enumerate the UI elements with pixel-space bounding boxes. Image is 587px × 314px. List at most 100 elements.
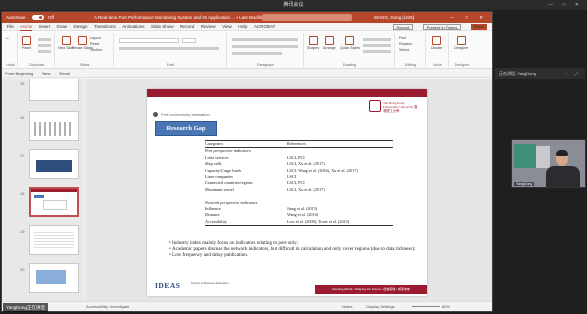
group-label: Slides	[79, 63, 90, 67]
thumb-table	[43, 200, 67, 210]
shape-outline-item[interactable]	[363, 44, 391, 47]
arrange-button[interactable]: Arrange	[323, 36, 336, 50]
shapes-button[interactable]: Shapes	[307, 36, 319, 50]
slide-thumbnail-selected[interactable]	[29, 187, 79, 217]
autosave-toggle[interactable]	[31, 15, 44, 21]
microphone-icon	[432, 36, 442, 45]
speaking-name: 正在讲话: YangDong	[499, 71, 536, 76]
participant-video[interactable]: YangDong	[511, 139, 586, 188]
group-label: Drawing	[342, 63, 357, 67]
tab-design[interactable]: Design	[73, 23, 87, 31]
arrange-label: Arrange	[323, 46, 336, 50]
meeting-window-controls[interactable]: — □ ✕	[548, 0, 583, 10]
tab-record[interactable]: Record	[180, 23, 195, 31]
tab-file[interactable]: File	[7, 23, 14, 31]
thumb-number: 17	[20, 153, 25, 158]
designer-icon	[456, 36, 466, 45]
replace-label: Replace	[399, 42, 413, 46]
active-speaker-tag: YangDong正在讲话	[3, 303, 48, 312]
designer-button[interactable]: Designer	[454, 36, 468, 50]
autosave-label: AutoSave	[6, 15, 26, 20]
zoom-slider[interactable]	[412, 306, 440, 307]
format-painter-item[interactable]	[38, 50, 51, 53]
ppt-titlebar: AutoSave Off A Real-time Port Performanc…	[2, 12, 492, 23]
reuse-slides-icon	[78, 36, 88, 45]
arrange-icon	[324, 36, 334, 45]
status-bar: Accessibility: Investigate Notes Display…	[2, 301, 492, 311]
new-slide-icon	[61, 36, 71, 45]
slide-thumbnail[interactable]	[29, 111, 79, 141]
section-button[interactable]: Section	[90, 48, 102, 52]
notes-button[interactable]: Notes	[342, 302, 352, 312]
speaking-indicator: 正在讲话: YangDong ⋯ ⤢	[495, 68, 585, 79]
slide-editor-canvas[interactable]: The Hong Kong Polytechnic University 香港理…	[85, 79, 492, 301]
from-beginning-button[interactable]: From Beginning	[5, 71, 33, 76]
bullet-icon	[153, 112, 158, 118]
ribbon-group-slides: New Slide Reuse Slides Layout Reset Sect…	[56, 33, 114, 67]
meeting-title: 腾讯会议	[283, 2, 304, 8]
slide-thumbnail[interactable]	[29, 263, 79, 293]
zoom-level[interactable]: 80%	[442, 302, 450, 312]
email-button[interactable]: Email	[60, 71, 70, 76]
bullet-list: • Industry index mainly focus on indicat…	[169, 241, 419, 260]
cut-item[interactable]	[38, 38, 51, 41]
screen: 腾讯会议 — □ ✕ AutoSave Off A Real-time Port…	[0, 0, 587, 314]
record-button[interactable]: Record	[392, 24, 414, 30]
font-size-select[interactable]	[182, 38, 196, 43]
align-buttons[interactable]	[232, 45, 298, 48]
person-body	[546, 166, 580, 187]
tab-insert[interactable]: Insert	[39, 23, 50, 31]
slogan-banner: Opening Minds • Shaping the Future • 啟迪思…	[315, 285, 427, 294]
shape-effects-item[interactable]	[363, 50, 391, 53]
display-settings-button[interactable]: Display Settings	[366, 302, 395, 312]
text-direction-buttons[interactable]	[232, 52, 282, 55]
slide-thumbnail[interactable]	[29, 149, 79, 179]
reset-button[interactable]: Reset	[90, 42, 99, 46]
layout-button[interactable]: Layout	[90, 36, 101, 40]
tab-home[interactable]: Home	[20, 23, 33, 31]
search-box[interactable]	[262, 14, 352, 21]
tab-slide-show[interactable]: Slide Show	[151, 23, 174, 31]
select-button[interactable]: Select	[399, 48, 409, 52]
ribbon-group-paragraph: Paragraph	[228, 33, 304, 67]
table-header-row: Categories References	[205, 141, 393, 147]
tab-acrobat[interactable]: ACROBAT	[254, 23, 275, 31]
list-buttons[interactable]	[232, 38, 298, 41]
video-panel	[536, 146, 550, 168]
slide-thumbnail[interactable]	[29, 79, 79, 101]
font-format-buttons[interactable]	[119, 47, 219, 50]
undo-icon[interactable]: ↶	[6, 37, 9, 41]
thumb-header	[31, 189, 77, 192]
thumb-number: 16	[20, 115, 25, 120]
find-label: Find	[399, 36, 406, 40]
user-name[interactable]: WANG, Dong [LMS]	[374, 12, 414, 23]
tab-transitions[interactable]: Transitions	[94, 23, 116, 31]
copy-item[interactable]	[38, 44, 51, 47]
find-button[interactable]: Find	[399, 36, 406, 40]
tab-draw[interactable]: Draw	[57, 23, 68, 31]
shapes-icon	[308, 36, 318, 45]
tab-review[interactable]: Review	[201, 23, 216, 31]
quick-styles-button[interactable]: Quick Styles	[340, 36, 360, 50]
section-label-text: Port connectivity estimation	[161, 112, 210, 117]
tab-view[interactable]: View	[222, 23, 232, 31]
ribbon: ↶ Undo Paste Clipboard New Slide Reuse S…	[2, 31, 492, 69]
dictate-button[interactable]: Dictate	[431, 36, 442, 50]
font-name-select[interactable]	[119, 38, 179, 43]
replace-button[interactable]: Replace	[399, 42, 412, 46]
slide-thumbnail-pane[interactable]: 15 16 17 18 19 20	[2, 79, 84, 301]
shape-fill-item[interactable]	[363, 38, 391, 41]
tab-animations[interactable]: Animations	[122, 23, 144, 31]
current-slide[interactable]: The Hong Kong Polytechnic University 香港理…	[147, 89, 427, 296]
share-button[interactable]: Share	[470, 24, 488, 30]
new-button[interactable]: New	[42, 71, 50, 76]
ppt-window-controls[interactable]: — □ ✕	[450, 12, 489, 23]
ribbon-tabs: File Home Insert Draw Design Transitions…	[2, 23, 492, 31]
slide-thumbnail[interactable]	[29, 225, 79, 255]
panel-controls[interactable]: ⋯ ⤢	[564, 68, 581, 79]
present-in-teams-button[interactable]: Present in Teams	[422, 24, 462, 30]
shapes-label: Shapes	[307, 46, 320, 50]
tab-help[interactable]: Help	[238, 23, 247, 31]
paste-button[interactable]: Paste	[22, 36, 31, 50]
accessibility-status[interactable]: Accessibility: Investigate	[86, 302, 129, 312]
